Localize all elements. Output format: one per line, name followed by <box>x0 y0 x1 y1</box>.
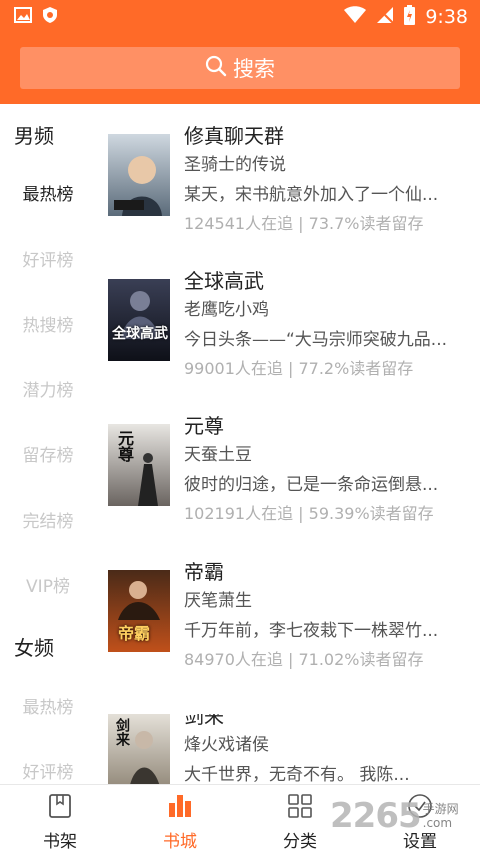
book-item[interactable]: 帝霸 帝霸 厌笔萧生 千万年前，李七夜栽下一株翠竹... 84970人在追 | … <box>108 560 480 710</box>
sidebar-item-hot[interactable]: 最热榜 <box>0 180 96 205</box>
book-description: 大千世界，无奇不有。 我陈... <box>184 765 410 784</box>
book-cover: 元尊 <box>108 424 170 506</box>
book-title: 修真聊天群 <box>184 124 284 148</box>
book-author: 厌笔萧生 <box>184 591 252 611</box>
book-item[interactable]: 剑来 剑来 烽火戏诸侯 大千世界，无奇不有。 我陈... <box>108 714 480 784</box>
book-stats: 124541人在追 | 73.7%读者留存 <box>184 214 424 233</box>
grid-icon <box>287 793 313 823</box>
cover-title: 全球高武 <box>112 326 168 342</box>
tab-label: 分类 <box>283 832 317 852</box>
bookmark-icon <box>48 793 72 823</box>
sidebar-item-female-rating[interactable]: 好评榜 <box>0 758 96 783</box>
book-cover: 剑来 <box>108 714 170 784</box>
book-stats: 84970人在追 | 71.02%读者留存 <box>184 650 424 669</box>
cover-title: 剑来 <box>114 718 130 746</box>
section-heading-male: 男频 <box>14 124 54 148</box>
battery-icon <box>404 5 416 29</box>
book-description: 某天，宋书航意外加入了一个仙... <box>184 185 439 205</box>
cover-title: 帝霸 <box>118 624 151 643</box>
cover-title: 元尊 <box>115 430 134 462</box>
shield-icon <box>42 6 58 28</box>
status-time: 9:38 <box>425 6 468 28</box>
book-title: 元尊 <box>184 414 224 438</box>
book-item[interactable]: 全球高武 全球高武 老鹰吃小鸡 今日头条——“大马宗师突破九品... 99001… <box>108 269 480 419</box>
wifi-icon <box>344 6 367 28</box>
book-title: 剑来 <box>184 714 224 728</box>
watermark-sub: 手游网 .com <box>423 802 459 830</box>
book-title: 全球高武 <box>184 269 264 293</box>
status-bar: 9:38 <box>0 0 480 34</box>
sidebar-item-rating[interactable]: 好评榜 <box>0 246 96 271</box>
watermark-number: 2265 <box>330 796 422 836</box>
tab-label: 书城 <box>163 832 197 852</box>
tab-label: 书架 <box>43 832 77 852</box>
tab-bookshelf[interactable]: 书架 <box>0 785 120 853</box>
section-heading-female: 女频 <box>14 636 54 660</box>
book-cover <box>108 134 170 216</box>
book-stats: 102191人在追 | 59.39%读者留存 <box>184 504 434 523</box>
search-bar[interactable]: 搜索 <box>20 47 460 89</box>
book-author: 天蚕土豆 <box>184 445 252 465</box>
tab-bookstore[interactable]: 书城 <box>120 785 240 853</box>
watermark: 2265 手游网 .com <box>330 796 459 836</box>
book-title: 帝霸 <box>184 560 224 584</box>
book-description: 今日头条——“大马宗师突破九品... <box>184 330 448 350</box>
search-label: 搜索 <box>233 57 275 81</box>
book-stats: 99001人在追 | 77.2%读者留存 <box>184 359 414 378</box>
gallery-icon <box>14 7 32 27</box>
book-description: 千万年前，李七夜栽下一株翠竹... <box>184 621 439 641</box>
book-author: 圣骑士的传说 <box>184 155 286 175</box>
watermark-domain: .com <box>422 816 453 830</box>
sidebar-item-finished[interactable]: 完结榜 <box>0 507 96 532</box>
sidebar-item-retention[interactable]: 留存榜 <box>0 441 96 466</box>
top-bar: 搜索 <box>0 34 480 104</box>
ranking-sidebar: 男频 最热榜 好评榜 热搜榜 潜力榜 留存榜 完结榜 VIP榜 女频 最热榜 好… <box>0 104 96 784</box>
book-item[interactable]: 修真聊天群 圣骑士的传说 某天，宋书航意外加入了一个仙... 124541人在追… <box>108 124 480 274</box>
watermark-sub-text: 手游网 <box>422 802 459 816</box>
book-author: 老鹰吃小鸡 <box>184 300 269 320</box>
book-cover: 全球高武 <box>108 279 170 361</box>
book-cover: 帝霸 <box>108 570 170 652</box>
bar-chart-icon <box>167 793 193 823</box>
book-item[interactable]: 元尊 元尊 天蚕土豆 彼时的归途，已是一条命运倒悬... 102191人在追 |… <box>108 414 480 564</box>
book-author: 烽火戏诸侯 <box>184 735 269 755</box>
sidebar-item-vip[interactable]: VIP榜 <box>0 572 96 597</box>
sidebar-item-search[interactable]: 热搜榜 <box>0 311 96 336</box>
sidebar-item-female-hot[interactable]: 最热榜 <box>0 693 96 718</box>
book-description: 彼时的归途，已是一条命运倒悬... <box>184 475 439 495</box>
signal-icon <box>376 6 395 28</box>
sidebar-item-potential[interactable]: 潜力榜 <box>0 376 96 401</box>
search-icon <box>205 55 227 81</box>
